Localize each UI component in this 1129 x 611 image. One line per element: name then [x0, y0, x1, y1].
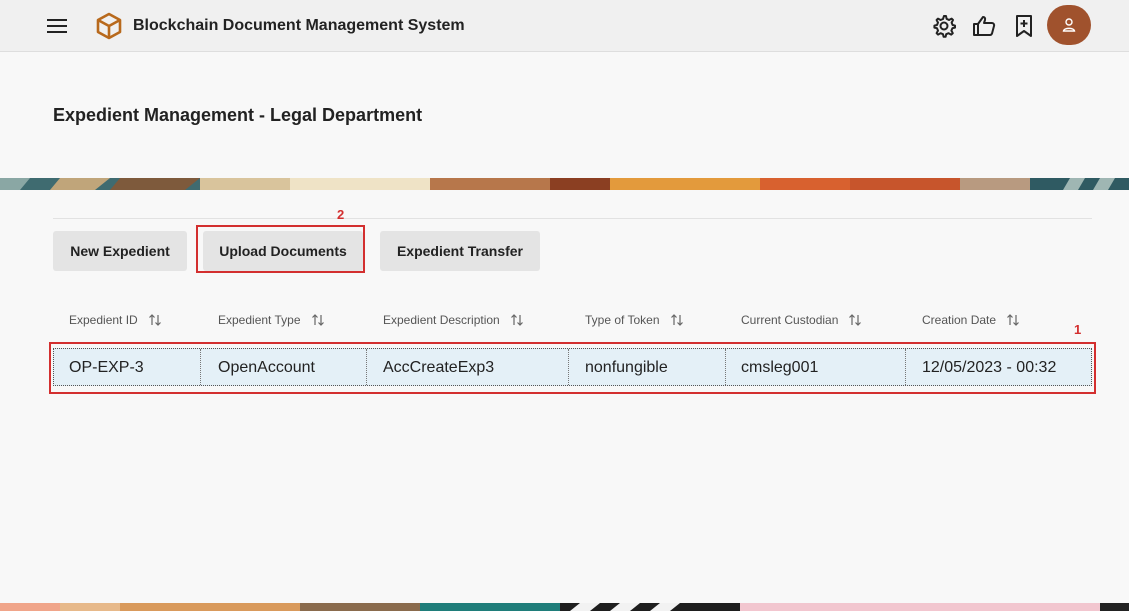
- sort-icon[interactable]: [311, 313, 325, 327]
- column-header-expedient-id[interactable]: Expedient ID: [69, 313, 162, 327]
- column-header-label: Current Custodian: [741, 313, 839, 327]
- cell-separator: [568, 349, 569, 385]
- cell-separator: [905, 349, 906, 385]
- page-title: Expedient Management - Legal Department: [53, 105, 423, 125]
- cell-type-of-token: nonfungible: [585, 359, 668, 376]
- decorative-banner-top: [0, 178, 1129, 190]
- top-app-bar: Blockchain Document Management System: [0, 0, 1129, 52]
- decorative-banner-bottom: [0, 603, 1129, 611]
- sort-icon[interactable]: [1006, 313, 1020, 327]
- section-divider: [53, 218, 1092, 219]
- cell-expedient-type: OpenAccount: [218, 359, 315, 376]
- column-header-label: Expedient Description: [383, 313, 500, 327]
- user-avatar-button[interactable]: [1047, 5, 1091, 45]
- column-header-type-of-token[interactable]: Type of Token: [585, 313, 684, 327]
- expedient-transfer-button[interactable]: Expedient Transfer: [380, 231, 540, 271]
- cell-expedient-id: OP-EXP-3: [69, 359, 144, 376]
- cell-separator: [725, 349, 726, 385]
- column-header-label: Type of Token: [585, 313, 660, 327]
- table-row-marker-number: 1: [1074, 322, 1082, 337]
- upload-button-marker-number: 2: [337, 207, 345, 222]
- sort-icon[interactable]: [148, 313, 162, 327]
- cell-expedient-description: AccCreateExp3: [383, 359, 495, 376]
- cell-creation-date: 12/05/2023 - 00:32: [922, 359, 1057, 376]
- sort-icon[interactable]: [510, 313, 524, 327]
- thumbs-up-icon[interactable]: [971, 13, 997, 39]
- column-header-label: Expedient Type: [218, 313, 301, 327]
- new-expedient-button[interactable]: New Expedient: [53, 231, 187, 271]
- cell-current-custodian: cmsleg001: [741, 359, 819, 376]
- column-header-current-custodian[interactable]: Current Custodian: [741, 313, 862, 327]
- cube-logo-icon: [96, 12, 122, 40]
- app-title: Blockchain Document Management System: [133, 17, 465, 34]
- column-header-label: Creation Date: [922, 313, 997, 327]
- sort-icon[interactable]: [670, 313, 684, 327]
- column-header-expedient-description[interactable]: Expedient Description: [383, 313, 524, 327]
- cell-separator: [366, 349, 367, 385]
- settings-gear-icon[interactable]: [931, 13, 957, 39]
- column-header-label: Expedient ID: [69, 313, 138, 327]
- bookmark-add-icon[interactable]: [1011, 13, 1037, 39]
- sort-icon[interactable]: [848, 313, 862, 327]
- upload-documents-button[interactable]: Upload Documents: [203, 231, 363, 271]
- column-header-creation-date[interactable]: Creation Date: [922, 313, 1020, 327]
- cell-separator: [200, 349, 201, 385]
- column-header-expedient-type[interactable]: Expedient Type: [218, 313, 325, 327]
- menu-icon[interactable]: [44, 14, 70, 38]
- user-avatar-icon: [1062, 18, 1076, 32]
